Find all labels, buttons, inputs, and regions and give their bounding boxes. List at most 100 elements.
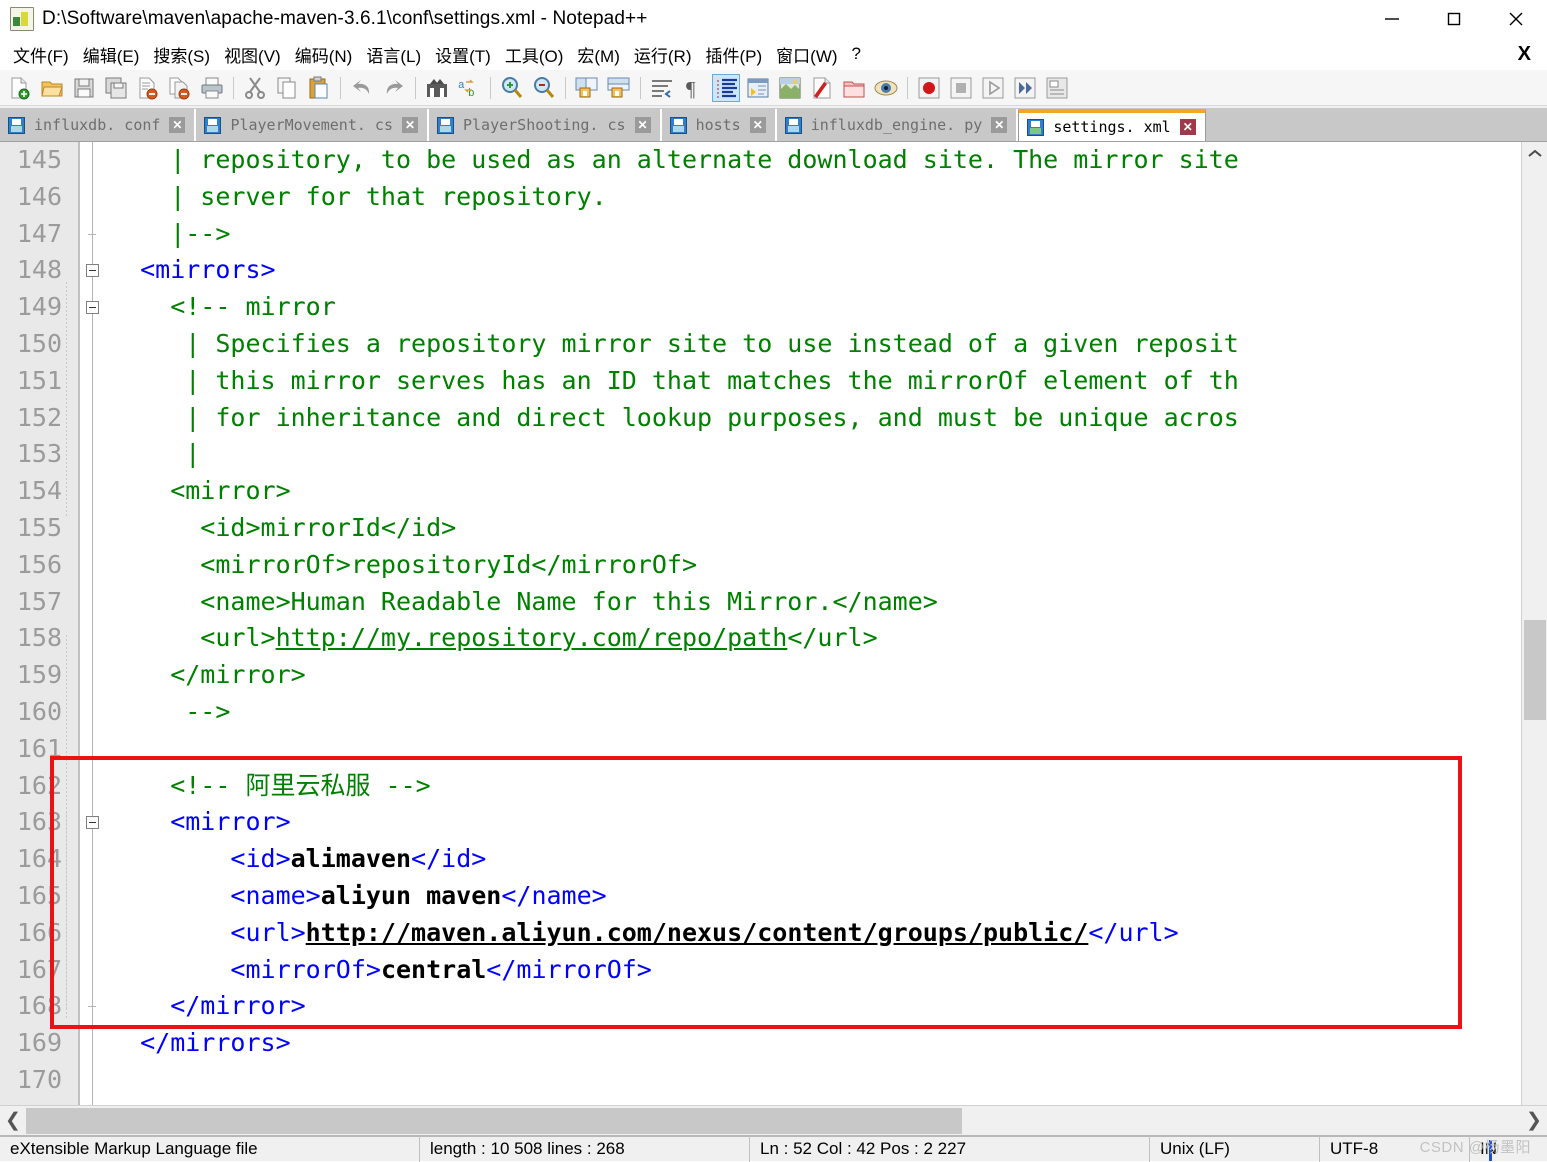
code-line[interactable]: <mirror> (110, 473, 1547, 510)
scroll-left-arrow-icon[interactable]: ❮ (0, 1107, 26, 1135)
function-list-icon[interactable] (808, 74, 836, 102)
code-line[interactable]: <mirrors> (110, 252, 1547, 289)
tab-influxdb-engine-py[interactable]: influxdb_engine. py ✕ (776, 109, 1019, 141)
tab-influxdb-conf[interactable]: influxdb. conf ✕ (0, 109, 197, 141)
show-all-characters-icon[interactable]: ¶ (680, 74, 708, 102)
fold-toggle[interactable] (86, 301, 99, 315)
vertical-scrollbar-thumb[interactable] (1524, 620, 1546, 720)
horizontal-scrollbar-track[interactable] (26, 1107, 1521, 1135)
code-line[interactable]: </mirrors> (110, 1025, 1547, 1062)
menu-item-encoding[interactable]: 编码(N) (288, 40, 360, 69)
code-line[interactable]: <name>aliyun maven</name> (110, 878, 1547, 915)
menu-item-run[interactable]: 运行(R) (627, 40, 699, 69)
close-all-files-icon[interactable] (166, 74, 194, 102)
folder-as-workspace-icon[interactable] (840, 74, 868, 102)
scroll-right-arrow-icon[interactable]: ❯ (1521, 1107, 1547, 1135)
code-line[interactable]: <mirrorOf>central</mirrorOf> (110, 952, 1547, 989)
tab-close-icon[interactable]: ✕ (169, 117, 186, 133)
code-line[interactable]: <mirror> (110, 804, 1547, 841)
user-defined-language-icon[interactable] (744, 74, 772, 102)
code-line[interactable]: | (110, 436, 1547, 473)
undo-icon[interactable] (348, 74, 376, 102)
code-line[interactable] (110, 731, 1547, 768)
menu-item-plugins[interactable]: 插件(P) (698, 40, 769, 69)
tab-close-icon[interactable]: ✕ (1179, 119, 1196, 135)
code-line[interactable]: |--> (110, 216, 1547, 253)
menu-item-window[interactable]: 窗口(W) (769, 40, 844, 69)
maximize-button[interactable] (1423, 0, 1485, 38)
menu-item-tools[interactable]: 工具(O) (498, 40, 571, 69)
scroll-up-arrow-icon[interactable] (1522, 142, 1547, 166)
redo-icon[interactable] (380, 74, 408, 102)
horizontal-scrollbar[interactable]: ❮ ❯ (0, 1105, 1547, 1135)
menu-item-file[interactable]: 文件(F) (6, 40, 76, 69)
indent-guide-icon[interactable] (712, 73, 740, 102)
save-icon[interactable] (70, 74, 98, 102)
menu-item-search[interactable]: 搜索(S) (146, 40, 217, 69)
cut-icon[interactable] (241, 74, 269, 102)
code-area[interactable]: | repository, to be used as an alternate… (110, 142, 1547, 1105)
code-line[interactable]: | this mirror serves has an ID that matc… (110, 363, 1547, 400)
sync-horizontal-scroll-icon[interactable] (605, 74, 633, 102)
code-line[interactable]: --> (110, 694, 1547, 731)
code-line[interactable]: | Specifies a repository mirror site to … (110, 326, 1547, 363)
code-line[interactable]: </mirror> (110, 988, 1547, 1025)
tab-close-icon[interactable]: ✕ (749, 117, 766, 133)
open-file-icon[interactable] (38, 74, 66, 102)
new-file-icon[interactable] (6, 74, 34, 102)
tab-hosts[interactable]: hosts ✕ (661, 109, 777, 141)
code-line[interactable]: <mirrorOf>repositoryId</mirrorOf> (110, 547, 1547, 584)
fold-toggle[interactable] (86, 264, 99, 278)
menu-item-language[interactable]: 语言(L) (359, 40, 428, 69)
fold-margin[interactable] (80, 142, 110, 1105)
tab-playershooting-cs[interactable]: PlayerShooting. cs ✕ (429, 109, 662, 141)
record-macro-icon[interactable] (915, 74, 943, 102)
save-macro-icon[interactable] (1043, 74, 1071, 102)
code-line[interactable]: | for inheritance and direct lookup purp… (110, 400, 1547, 437)
close-button[interactable] (1485, 0, 1547, 38)
monitoring-icon[interactable] (872, 74, 900, 102)
sync-vertical-scroll-icon[interactable] (573, 74, 601, 102)
zoom-out-icon[interactable] (530, 74, 558, 102)
fold-toggle[interactable] (86, 816, 99, 830)
code-line[interactable]: | repository, to be used as an alternate… (110, 142, 1547, 179)
tab-close-icon[interactable]: ✕ (991, 117, 1008, 133)
replace-icon[interactable]: ab (455, 74, 483, 102)
tab-settings-xml[interactable]: settings. xml ✕ (1018, 109, 1206, 141)
close-document-button[interactable]: X (1518, 38, 1531, 70)
code-line[interactable]: <url>http://maven.aliyun.com/nexus/conte… (110, 915, 1547, 952)
print-icon[interactable] (198, 74, 226, 102)
save-all-icon[interactable] (102, 74, 130, 102)
word-wrap-icon[interactable] (648, 74, 676, 102)
code-line[interactable]: <url>http://my.repository.com/repo/path<… (110, 620, 1547, 657)
code-editor[interactable]: 145 146 147 148 149 150 151 152 153 154 155 156 157 1… (0, 142, 1547, 1105)
close-file-icon[interactable] (134, 74, 162, 102)
copy-icon[interactable] (273, 74, 301, 102)
code-line[interactable]: <!-- 阿里云私服 --> (110, 768, 1547, 805)
horizontal-scrollbar-thumb[interactable] (26, 1107, 962, 1134)
play-macro-multiple-icon[interactable] (1011, 74, 1039, 102)
menu-item-edit[interactable]: 编辑(E) (76, 40, 147, 69)
find-icon[interactable] (423, 74, 451, 102)
menu-item-view[interactable]: 视图(V) (217, 40, 288, 69)
zoom-in-icon[interactable] (498, 74, 526, 102)
tab-playermovement-cs[interactable]: PlayerMovement. cs ✕ (196, 109, 429, 141)
menu-item-settings[interactable]: 设置(T) (428, 40, 498, 69)
minimize-button[interactable] (1361, 0, 1423, 38)
vertical-scrollbar[interactable] (1521, 142, 1547, 1105)
code-line[interactable]: <!-- mirror (110, 289, 1547, 326)
tab-close-icon[interactable]: ✕ (402, 117, 418, 133)
stop-macro-icon[interactable] (947, 74, 975, 102)
code-line[interactable]: <id>mirrorId</id> (110, 510, 1547, 547)
code-line[interactable]: <name>Human Readable Name for this Mirro… (110, 584, 1547, 621)
play-macro-icon[interactable] (979, 74, 1007, 102)
code-line[interactable]: <id>alimaven</id> (110, 841, 1547, 878)
paste-icon[interactable] (305, 74, 333, 102)
document-map-icon[interactable] (776, 74, 804, 102)
tab-close-icon[interactable]: ✕ (634, 117, 651, 133)
menu-item-help[interactable]: ? (845, 42, 868, 66)
code-line[interactable]: | server for that repository. (110, 179, 1547, 216)
menu-item-macro[interactable]: 宏(M) (570, 40, 626, 69)
code-line[interactable] (110, 1062, 1547, 1099)
code-line[interactable]: </mirror> (110, 657, 1547, 694)
